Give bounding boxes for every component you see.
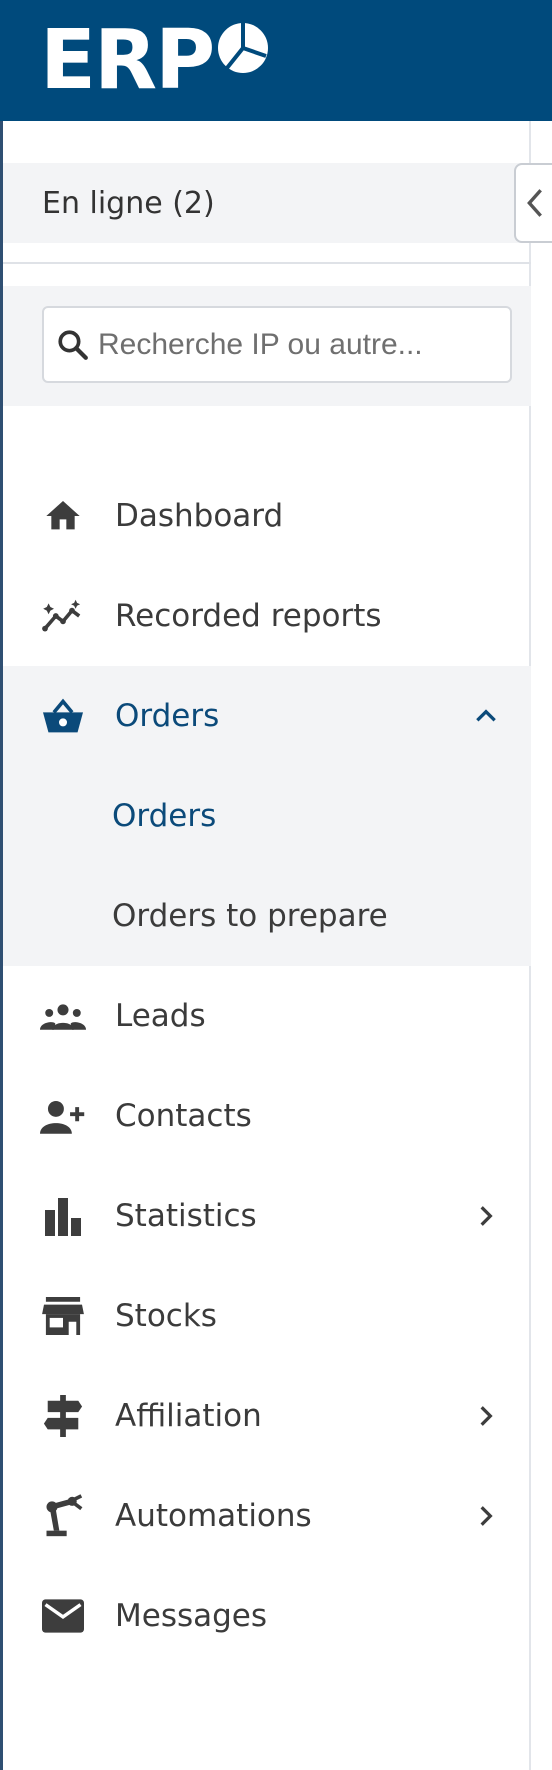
nav-item-affiliation[interactable]: Affiliation [3,1366,531,1466]
bar-chart-icon [40,1193,86,1239]
main-nav: Dashboard Recorded reports Orders Orders… [3,466,531,1666]
divider [3,262,531,264]
pie-chart-logo-icon [218,23,269,73]
app-header: ERP [0,0,552,121]
nav-item-contacts[interactable]: Contacts [3,1066,531,1166]
person-add-icon [40,1093,86,1139]
basket-icon [40,693,86,739]
signpost-icon [40,1393,86,1439]
nav-label: Automations [115,1498,312,1534]
nav-item-recorded-reports[interactable]: Recorded reports [3,566,531,666]
subnav-label: Orders to prepare [112,898,388,934]
nav-item-orders[interactable]: Orders [3,666,531,766]
search-box[interactable] [42,306,512,383]
online-label: En ligne (2) [42,185,215,221]
online-users[interactable]: En ligne (2) [3,163,531,243]
robot-arm-icon [40,1493,86,1539]
chevron-right-icon[interactable] [473,1403,499,1429]
nav-label: Messages [115,1598,268,1634]
nav-item-messages[interactable]: Messages [3,1566,531,1666]
chevron-right-icon[interactable] [473,1203,499,1229]
nav-item-dashboard[interactable]: Dashboard [3,466,531,566]
nav-item-automations[interactable]: Automations [3,1466,531,1566]
nav-label: Orders [115,698,220,734]
nav-label: Stocks [115,1298,217,1334]
nav-item-leads[interactable]: Leads [3,966,531,1066]
home-icon [40,493,86,539]
groups-icon [40,993,86,1039]
sidebar: En ligne (2) Dashboard [3,121,531,1770]
collapse-sidebar-button[interactable] [514,163,552,243]
search-icon [58,329,88,360]
chevron-right-icon[interactable] [473,1503,499,1529]
chevron-up-icon[interactable] [473,703,499,729]
search-input[interactable] [98,327,498,362]
chevron-left-icon [527,189,542,217]
mail-icon [40,1593,86,1639]
orders-group: Orders Orders Orders to prepare [3,666,531,966]
nav-label: Dashboard [115,498,284,534]
erp-logo[interactable]: ERP [40,20,269,102]
nav-label: Contacts [115,1098,252,1134]
nav-item-stocks[interactable]: Stocks [3,1266,531,1366]
subnav-label: Orders [112,798,217,834]
subnav-item-orders-to-prepare[interactable]: Orders to prepare [3,866,531,966]
logo-text: ERP [40,13,215,108]
search-area [3,286,531,406]
nav-item-statistics[interactable]: Statistics [3,1166,531,1266]
nav-label: Leads [115,998,206,1034]
subnav-item-orders[interactable]: Orders [3,766,531,866]
sparkline-icon [40,593,86,639]
nav-label: Statistics [115,1198,257,1234]
nav-label: Affiliation [115,1398,262,1434]
nav-label: Recorded reports [115,598,382,634]
store-icon [40,1293,86,1339]
